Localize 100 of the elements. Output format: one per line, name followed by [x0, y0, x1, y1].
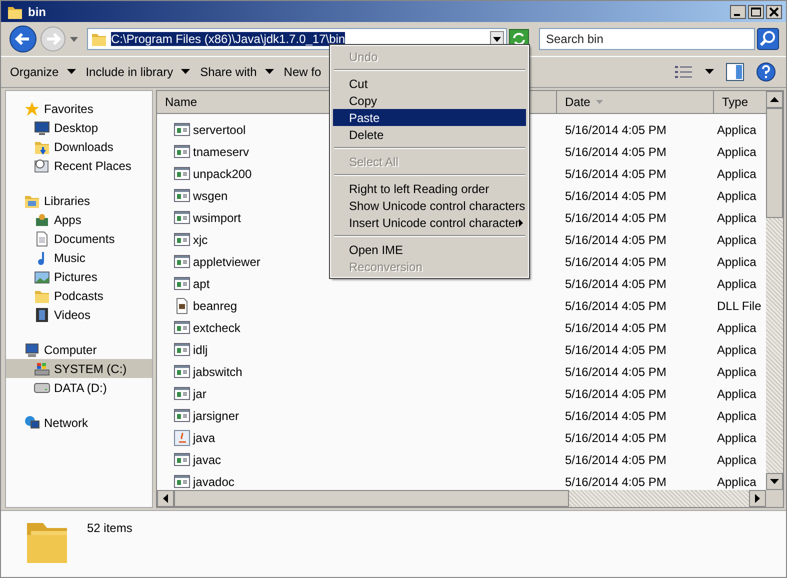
type-cell: Applica — [717, 387, 756, 401]
sidebar-item[interactable]: Videos — [6, 305, 152, 324]
file-name[interactable]: idlj — [193, 343, 208, 357]
date-cell: 5/16/2014 4:05 PM — [565, 255, 666, 269]
file-icon — [174, 298, 190, 314]
application-icon — [174, 210, 190, 226]
scroll-thumb[interactable] — [766, 108, 783, 218]
sidebar-item[interactable]: SYSTEM (C:) — [6, 359, 152, 378]
file-name[interactable]: wsimport — [193, 211, 242, 225]
menu-item[interactable]: Delete — [333, 126, 526, 143]
view-icon[interactable] — [675, 65, 693, 79]
menu-item[interactable]: Right to left Reading order — [333, 180, 526, 197]
caret-icon[interactable] — [705, 69, 714, 75]
application-icon — [174, 320, 190, 336]
file-name[interactable]: beanreg — [193, 299, 238, 313]
sidebar-item[interactable]: Favorites — [6, 99, 152, 118]
sidebar-item[interactable]: Downloads — [6, 137, 152, 156]
file-name[interactable]: jar — [193, 387, 206, 401]
java-icon — [174, 430, 190, 446]
type-cell: Applica — [717, 145, 756, 159]
application-icon — [174, 342, 190, 358]
search-button[interactable] — [757, 28, 779, 50]
file-name[interactable]: jabswitch — [193, 365, 242, 379]
sidebar-item[interactable]: Music — [6, 248, 152, 267]
sidebar-item[interactable]: Computer — [6, 340, 152, 359]
file-name[interactable]: apt — [193, 277, 210, 291]
column-header[interactable]: Type — [714, 91, 762, 113]
type-cell: Applica — [717, 343, 756, 357]
file-name[interactable]: unpack200 — [193, 167, 252, 181]
date-cell: 5/16/2014 4:05 PM — [565, 233, 666, 247]
file-name[interactable]: appletviewer — [193, 255, 260, 269]
computer-icon — [24, 342, 40, 358]
file-name[interactable]: wsgen — [193, 189, 228, 203]
type-cell: Applica — [717, 189, 756, 203]
type-cell: Applica — [717, 277, 756, 291]
type-cell: Applica — [717, 167, 756, 181]
close-button[interactable] — [766, 4, 782, 18]
toolbar-button[interactable]: New fo — [278, 61, 326, 83]
sidebar-item[interactable]: Documents — [6, 229, 152, 248]
date-cell: 5/16/2014 4:05 PM — [565, 365, 666, 379]
file-name[interactable]: javac — [193, 453, 222, 467]
application-icon — [174, 386, 190, 402]
file-name[interactable]: jarsigner — [193, 409, 240, 423]
type-cell: Applica — [717, 431, 756, 445]
scroll-thumb[interactable] — [174, 490, 569, 507]
sidebar-item[interactable]: Desktop — [6, 118, 152, 137]
menu-item[interactable]: Open IME — [333, 241, 526, 258]
menu-item[interactable]: Insert Unicode control character — [333, 214, 526, 231]
back-button[interactable] — [9, 25, 37, 53]
sidebar-item[interactable]: Apps — [6, 210, 152, 229]
sidebar-item[interactable]: Podcasts — [6, 286, 152, 305]
file-name[interactable]: java — [193, 431, 216, 445]
menu-item[interactable]: Paste — [333, 109, 526, 126]
folder-icon — [91, 31, 107, 47]
window-title: bin — [28, 4, 47, 18]
date-cell: 5/16/2014 4:05 PM — [565, 409, 666, 423]
vertical-scrollbar[interactable] — [766, 91, 783, 490]
horizontal-scrollbar[interactable] — [157, 490, 783, 507]
date-cell: 5/16/2014 4:05 PM — [565, 299, 666, 313]
type-cell: Applica — [717, 475, 756, 489]
preview-pane-icon[interactable] — [726, 63, 744, 81]
date-cell: 5/16/2014 4:05 PM — [565, 145, 666, 159]
file-name[interactable]: servertool — [193, 123, 246, 137]
toolbar-button[interactable]: Share with — [195, 61, 279, 83]
application-icon — [174, 364, 190, 380]
maximize-button[interactable] — [748, 4, 764, 18]
menu-item[interactable]: Copy — [333, 92, 526, 109]
column-header[interactable]: Date — [557, 91, 714, 113]
item-count: 52 items — [87, 521, 132, 535]
help-icon[interactable] — [756, 62, 776, 82]
date-cell: 5/16/2014 4:05 PM — [565, 277, 666, 291]
type-cell: Applica — [717, 211, 756, 225]
type-cell: Applica — [717, 255, 756, 269]
type-cell: Applica — [717, 453, 756, 467]
date-cell: 5/16/2014 4:05 PM — [565, 123, 666, 137]
toolbar-button[interactable]: Include in library — [80, 61, 196, 83]
type-cell: Applica — [717, 123, 756, 137]
sidebar-item[interactable]: Network — [6, 413, 152, 432]
sidebar-item[interactable]: Recent Places — [6, 156, 152, 175]
application-icon — [174, 122, 190, 138]
sort-arrow-icon — [596, 100, 604, 104]
box-icon — [34, 212, 50, 228]
sidebar-item[interactable]: Pictures — [6, 267, 152, 286]
application-icon — [174, 276, 190, 292]
minimize-button[interactable] — [730, 4, 746, 18]
date-cell: 5/16/2014 4:05 PM — [565, 189, 666, 203]
application-icon — [174, 474, 190, 490]
file-name[interactable]: javadoc — [193, 475, 234, 489]
sidebar-item[interactable]: Libraries — [6, 191, 152, 210]
file-name[interactable]: extcheck — [193, 321, 240, 335]
sidebar-item[interactable]: DATA (D:) — [6, 378, 152, 397]
caret-icon — [264, 69, 274, 75]
file-name[interactable]: xjc — [193, 233, 208, 247]
search-field[interactable]: Search bin — [539, 28, 755, 50]
menu-item[interactable]: Cut — [333, 75, 526, 92]
menu-item[interactable]: Show Unicode control characters — [333, 197, 526, 214]
file-name[interactable]: tnameserv — [193, 145, 250, 159]
application-icon — [174, 452, 190, 468]
toolbar-button[interactable]: Organize — [5, 61, 81, 83]
film-icon — [34, 306, 50, 322]
